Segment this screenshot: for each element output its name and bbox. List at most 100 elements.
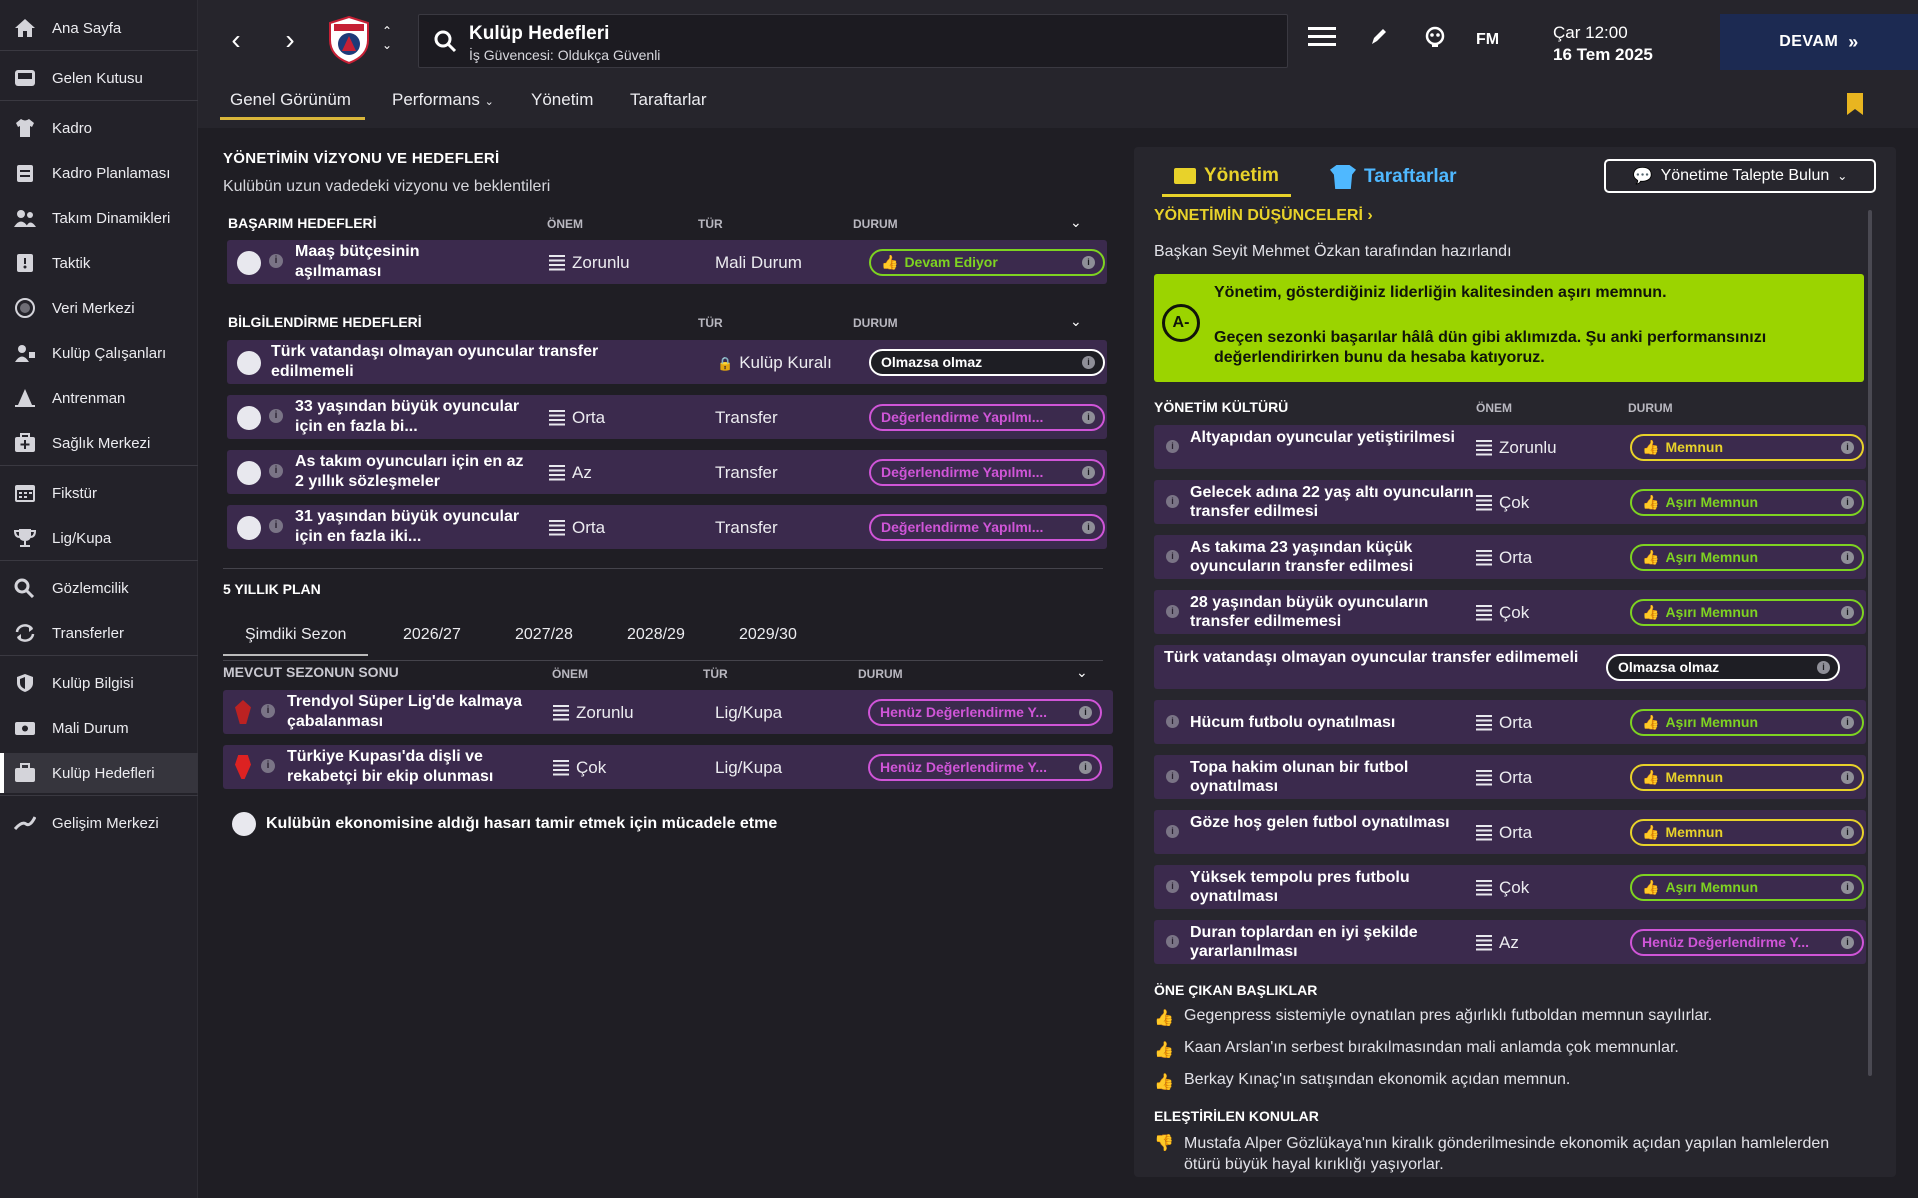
bookmark-icon[interactable] <box>1846 92 1864 116</box>
collapse-chevron-icon[interactable]: ⌄ <box>1070 214 1082 231</box>
tab-plan-current[interactable]: Şimdiki Sezon <box>222 626 369 656</box>
request-board-button[interactable]: 💬 Yönetime Talepte Bulun ⌄ <box>1604 159 1876 193</box>
info-icon[interactable]: i <box>1166 880 1179 893</box>
col-tur: TÜR <box>698 316 723 330</box>
status-badge[interactable]: 👍 Aşırı Memnun i <box>1630 709 1864 736</box>
info-icon[interactable]: i <box>1166 770 1179 783</box>
status-badge[interactable]: Değerlendirme Yapılmı... i <box>869 404 1105 431</box>
sidebar-item-kulup-calisanlari[interactable]: Kulüp Çalışanları <box>0 333 198 373</box>
table-row[interactable]: i 33 yaşından büyük oyuncular için en fa… <box>227 395 1107 439</box>
sidebar-item-kadro[interactable]: Kadro <box>0 108 198 148</box>
board-thoughts-link[interactable]: YÖNETİMİN DÜŞÜNCELERİ › <box>1154 207 1373 225</box>
info-icon[interactable]: i <box>1166 495 1179 508</box>
club-switch-arrows[interactable]: ⌃ ⌄ <box>378 24 396 58</box>
collapse-chevron-icon[interactable]: ⌄ <box>1076 664 1088 681</box>
edit-pencil-icon[interactable] <box>1370 26 1388 46</box>
culture-row[interactable]: i Topa hakim olunan bir futbol oynatılma… <box>1154 755 1866 799</box>
sidebar-item-gozlemcilik[interactable]: Gözlemcilik <box>0 568 198 608</box>
sidebar-item-transferler[interactable]: Transferler <box>0 613 198 653</box>
status-badge[interactable]: Değerlendirme Yapılmı... i <box>869 459 1105 486</box>
info-icon[interactable]: i <box>1166 825 1179 838</box>
collapse-chevron-icon[interactable]: ⌄ <box>1070 313 1082 330</box>
basarim-header: BAŞARIM HEDEFLERİ <box>228 215 377 231</box>
culture-row[interactable]: i Duran toplardan en iyi şekilde yararla… <box>1154 920 1866 964</box>
table-row[interactable]: i 31 yaşından büyük oyuncular için en fa… <box>227 505 1107 549</box>
sidebar-item-fikstur[interactable]: Fikstür <box>0 473 198 513</box>
sidebar-item-kulup-bilgisi[interactable]: Kulüp Bilgisi <box>0 663 198 703</box>
info-icon[interactable]: i <box>269 409 283 423</box>
sidebar-item-gelisim-merkezi[interactable]: Gelişim Merkezi <box>0 803 198 843</box>
sidebar-item-label: Taktik <box>52 254 91 272</box>
table-row[interactable]: i As takım oyuncuları için en az 2 yıllı… <box>227 450 1107 494</box>
status-badge[interactable]: Olmazsa olmaz i <box>1606 654 1840 681</box>
tab-performans[interactable]: Performans ⌄ <box>392 90 494 110</box>
culture-row[interactable]: Türk vatandaşı olmayan oyuncular transfe… <box>1154 645 1866 689</box>
sidebar-item-ana-sayfa[interactable]: Ana Sayfa <box>0 8 198 48</box>
tab-taraftarlar[interactable]: Taraftarlar <box>630 90 707 110</box>
tab-plan-2028[interactable]: 2028/29 <box>627 626 685 644</box>
forward-button[interactable]: › <box>272 22 308 58</box>
sidebar-item-antrenman[interactable]: Antrenman <box>0 378 198 418</box>
status-label: Memnun <box>1665 824 1723 840</box>
info-icon[interactable]: i <box>261 759 275 773</box>
status-badge[interactable]: 👍 Memnun i <box>1630 764 1864 791</box>
status-badge[interactable]: 👍 Aşırı Memnun i <box>1630 544 1864 571</box>
continue-button[interactable]: DEVAM » <box>1720 14 1918 70</box>
sidebar-item-kadro-planlamasi[interactable]: Kadro Planlaması <box>0 153 198 193</box>
info-icon[interactable]: i <box>269 519 283 533</box>
info-icon[interactable]: i <box>1166 935 1179 948</box>
menu-icon[interactable] <box>1308 26 1336 48</box>
tab-genel-gorunum[interactable]: Genel Görünüm <box>220 90 365 120</box>
scrollbar[interactable] <box>1868 210 1872 1076</box>
status-badge[interactable]: Olmazsa olmaz i <box>869 349 1105 376</box>
culture-row[interactable]: i Altyapıdan oyuncular yetiştirilmesi Zo… <box>1154 425 1866 469</box>
status-badge[interactable]: Henüz Değerlendirme Y... i <box>868 754 1102 781</box>
info-icon[interactable]: i <box>1166 550 1179 563</box>
sidebar-item-lig-kupa[interactable]: Lig/Kupa <box>0 518 198 558</box>
info-icon[interactable]: i <box>269 254 283 268</box>
tab-plan-2026[interactable]: 2026/27 <box>403 626 461 644</box>
info-icon[interactable]: i <box>261 704 275 718</box>
culture-row[interactable]: i Hücum futbolu oynatılması Orta 👍 Aşırı … <box>1154 700 1866 744</box>
sidebar-item-taktik[interactable]: Taktik <box>0 243 198 283</box>
culture-row[interactable]: i Yüksek tempolu pres futbolu oynatılmas… <box>1154 865 1866 909</box>
status-badge[interactable]: Henüz Değerlendirme Y... i <box>1630 929 1864 956</box>
sidebar-item-takim-dinamikleri[interactable]: Takım Dinamikleri <box>0 198 198 238</box>
assistant-icon[interactable] <box>1424 26 1446 48</box>
status-badge[interactable]: 👍 Memnun i <box>1630 819 1864 846</box>
tab-fans[interactable]: Taraftarlar <box>1330 165 1457 189</box>
sidebar-item-label: Gözlemcilik <box>52 579 129 597</box>
page-title-search[interactable]: Kulüp Hedefleri İş Güvencesi: Oldukça Gü… <box>418 14 1288 68</box>
sidebar-item-mali-durum[interactable]: Mali Durum <box>0 708 198 748</box>
sidebar-item-kulup-hedefleri[interactable]: Kulüp Hedefleri <box>0 753 198 793</box>
tab-plan-2027[interactable]: 2027/28 <box>515 626 573 644</box>
culture-row[interactable]: i As takıma 23 yaşından küçük oyuncuları… <box>1154 535 1866 579</box>
info-icon[interactable]: i <box>1166 605 1179 618</box>
table-row[interactable]: i Türkiye Kupası'da dişli ve rekabetçi b… <box>223 745 1113 789</box>
info-icon[interactable]: i <box>1166 715 1179 728</box>
status-badge[interactable]: 👍 Aşırı Memnun i <box>1630 599 1864 626</box>
culture-row[interactable]: i Gelecek adına 22 yaş altı oyuncuların … <box>1154 480 1866 524</box>
back-button[interactable]: ‹ <box>218 22 254 58</box>
culture-row[interactable]: i 28 yaşından büyük oyuncuların transfer… <box>1154 590 1866 634</box>
table-row[interactable]: i Maaş bütçesinin aşılmaması Zorunlu Mal… <box>227 240 1107 284</box>
sidebar-item-gelen-kutusu[interactable]: Gelen Kutusu <box>0 58 198 98</box>
info-icon[interactable]: i <box>1166 440 1179 453</box>
status-badge[interactable]: 👍 Memnun i <box>1630 434 1864 461</box>
status-badge[interactable]: 👍 Devam Ediyor i <box>869 249 1105 276</box>
status-badge[interactable]: Henüz Değerlendirme Y... i <box>868 699 1102 726</box>
tab-plan-2029[interactable]: 2029/30 <box>739 626 797 644</box>
status-badge[interactable]: Değerlendirme Yapılmı... i <box>869 514 1105 541</box>
table-row[interactable]: i Trendyol Süper Lig'de kalmaya çabalanm… <box>223 690 1113 734</box>
culture-row[interactable]: i Göze hoş gelen futbol oynatılması Orta… <box>1154 810 1866 854</box>
sidebar-item-saglik-merkezi[interactable]: Sağlık Merkezi <box>0 423 198 463</box>
status-badge[interactable]: 👍 Aşırı Memnun i <box>1630 874 1864 901</box>
tab-board[interactable]: Yönetim <box>1162 165 1291 197</box>
table-row[interactable]: Türk vatandaşı olmayan oyuncular transfe… <box>227 340 1107 384</box>
sidebar-item-veri-merkezi[interactable]: Veri Merkezi <box>0 288 198 328</box>
tab-yonetim[interactable]: Yönetim <box>531 90 593 110</box>
club-crest[interactable] <box>328 15 370 65</box>
status-badge[interactable]: 👍 Aşırı Memnun i <box>1630 489 1864 516</box>
fm-logo[interactable]: FM <box>1476 31 1499 49</box>
info-icon[interactable]: i <box>269 464 283 478</box>
